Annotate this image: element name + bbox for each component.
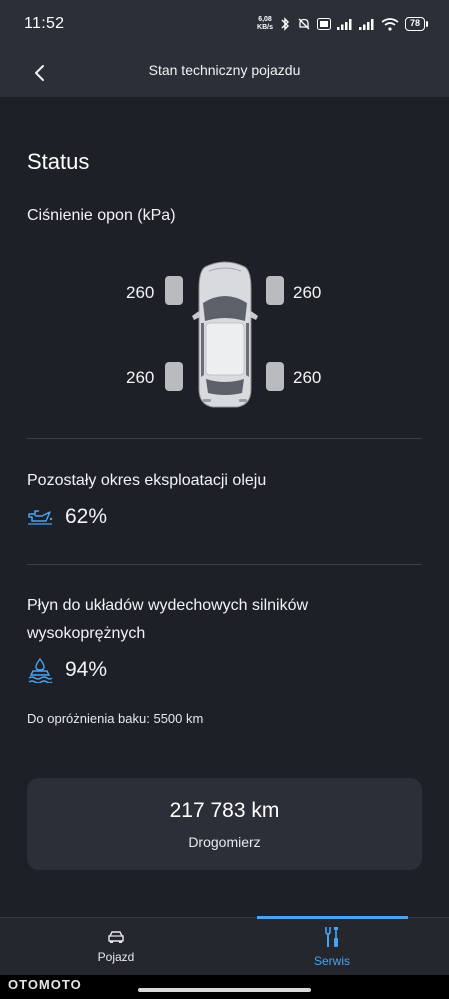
tire-front-left-indicator [165, 276, 183, 305]
signal-icon [336, 19, 352, 30]
divider [27, 438, 422, 439]
exhaust-fluid-range: Do opróżnienia baku: 5500 km [27, 711, 204, 726]
exhaust-fluid-metric: 94% [27, 657, 107, 683]
app-header: Stan techniczny pojazdu [0, 48, 449, 97]
bell-muted-icon [298, 18, 310, 30]
oil-life-value: 62% [65, 505, 108, 528]
wrench-screwdriver-icon [325, 927, 338, 947]
exhaust-fluid-value: 94% [65, 658, 108, 681]
wifi-icon [381, 17, 399, 31]
section-title-status: Status [27, 149, 90, 174]
status-icons: 6,08 KB/s 78 [257, 16, 429, 32]
car-top-view-image [192, 261, 258, 408]
home-gesture-bar[interactable] [138, 988, 311, 992]
battery-indicator: 78 [404, 17, 429, 31]
oil-life-label: Pozostały okres eksploatacji oleju [27, 472, 267, 489]
tire-pressure-rear-right: 260 [293, 368, 322, 387]
exhaust-fluid-label-line2: wysokoprężnych [27, 625, 146, 642]
network-speed: 6,08 KB/s [257, 16, 273, 31]
status-bar: 11:52 6,08 KB/s 78 [0, 0, 449, 48]
tire-pressure-front-left: 260 [126, 283, 155, 302]
tire-pressure-rear-left: 260 [126, 368, 155, 387]
divider [27, 564, 422, 565]
nav-tab-serwis[interactable]: Serwis [220, 918, 444, 976]
tire-pressure-front-right: 260 [293, 283, 322, 302]
bluetooth-icon [281, 17, 289, 31]
tire-rear-left-indicator [165, 362, 183, 391]
bottom-navigation: Pojazd Serwis [0, 916, 449, 976]
nav-label-pojazd: Pojazd [97, 950, 135, 964]
diesel-exhaust-fluid-icon [28, 657, 53, 683]
tire-front-right-indicator [266, 276, 284, 305]
odometer-card: 217 783 km Drogomierz [27, 778, 422, 870]
tire-rear-right-indicator [266, 362, 284, 391]
odometer-label: Drogomierz [188, 834, 261, 850]
watermark-logo: OTOMOTO [8, 977, 82, 992]
signal-icon-2 [358, 19, 374, 30]
exhaust-fluid-label-line1: Płyn do układów wydechowych silników [27, 597, 309, 614]
volte-icon [316, 18, 331, 30]
page-title: Stan techniczny pojazdu [148, 62, 301, 78]
nav-tab-pojazd[interactable]: Pojazd [4, 918, 228, 976]
clock: 11:52 [24, 15, 65, 32]
oil-life-metric: 62% [27, 505, 107, 529]
nav-label-serwis: Serwis [313, 954, 350, 968]
oil-can-icon [28, 510, 53, 525]
car-icon [108, 931, 124, 943]
tire-pressure-title: Ciśnienie opon (kPa) [27, 207, 176, 224]
odometer-value: 217 783 km [169, 799, 280, 822]
